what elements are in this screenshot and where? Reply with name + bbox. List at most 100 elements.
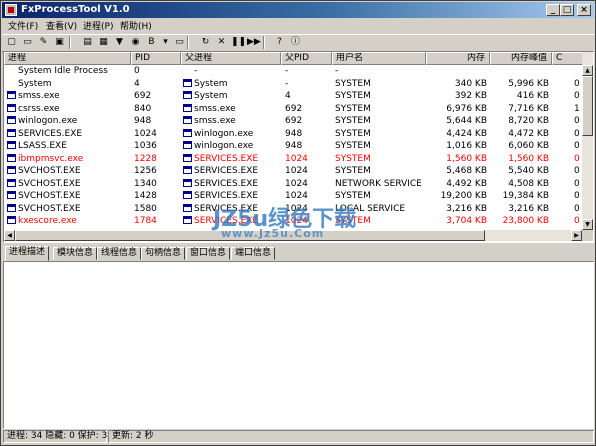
table-row[interactable]: LSASS.EXE 1036 winlogon.exe 948 SYSTEM 1,016 … (4, 140, 584, 153)
table-row[interactable]: SVCHOST.EXE 1340 SERVICES.EXE 1024 NETWORK S… (4, 178, 584, 191)
maximize-button[interactable]: □ (560, 4, 574, 16)
cell-process: System (7, 78, 129, 90)
cell-peak: 6,060 KB (508, 141, 549, 151)
col-memory[interactable]: 内存 (426, 52, 490, 65)
col-memory-peak[interactable]: 内存峰值 (490, 52, 552, 65)
cell-pid: 4 (134, 78, 140, 89)
toolbar-separator (263, 36, 265, 49)
close-button[interactable]: × (577, 4, 591, 16)
table-row[interactable]: SVCHOST.EXE 1256 SERVICES.EXE 1024 SYSTEM 5,4… (4, 165, 584, 178)
cell-process: kxescore.exe (7, 215, 129, 227)
menu-file[interactable]: 文件(F) (8, 19, 38, 32)
process-window-icon (183, 91, 192, 99)
tab-thread-info[interactable]: 线程信息 (97, 247, 142, 260)
table-row[interactable]: smss.exe 692 System 4 SYSTEM 392 KB 416 KB 0 (4, 90, 584, 103)
scroll-right-button[interactable]: ▶ (571, 230, 582, 241)
cell-mem: 1,016 KB (446, 141, 487, 151)
scroll-up-button[interactable]: ▲ (582, 65, 593, 76)
save-icon[interactable]: ▣ (53, 36, 66, 49)
vertical-scrollbar[interactable]: ▲ ▼ (582, 52, 593, 230)
cell-process: csrss.exe (7, 103, 129, 115)
tab-port-info[interactable]: 端口信息 (231, 247, 276, 260)
tab-process-description[interactable]: 进程描述 (5, 246, 50, 261)
process-name: ibmpmsvc.exe (18, 153, 84, 164)
process-window-icon (183, 141, 192, 149)
cell-mem: 5,644 KB (446, 116, 487, 126)
cell-user: SYSTEM (335, 166, 371, 176)
cell-pid: 948 (134, 116, 152, 126)
toolbar-separator (187, 36, 189, 49)
bold-icon[interactable]: B (145, 36, 158, 49)
tab-handle-info[interactable]: 句柄信息 (141, 247, 186, 260)
cell-process: SERVICES.EXE (7, 128, 129, 140)
refresh-icon[interactable]: ↻ (199, 36, 212, 49)
cell-peak: 3,216 KB (508, 203, 549, 214)
col-parent[interactable]: 父进程 (181, 52, 281, 65)
status-counts: 进程: 34 隐藏: 0 保护: 3 (3, 430, 107, 443)
open-folder-icon[interactable]: ▭ (21, 36, 34, 49)
cell-pid: 692 (134, 91, 152, 101)
properties-icon[interactable]: ▤ (81, 36, 94, 49)
scroll-down-button[interactable]: ▼ (582, 219, 593, 230)
cell-peak: 416 KB (516, 91, 549, 101)
scroll-corner (582, 230, 593, 241)
vertical-scroll-thumb[interactable] (582, 76, 593, 136)
table-row[interactable]: System Idle Process 0 - - - (4, 65, 584, 78)
parent-name: smss.exe (194, 103, 236, 114)
view-down-icon[interactable]: ▼ (113, 36, 126, 49)
process-window-icon (183, 216, 192, 224)
col-user[interactable]: 用户名 (332, 52, 426, 65)
cell-parent: winlogon.exe (183, 140, 280, 152)
about-icon[interactable]: ⓘ (289, 36, 302, 49)
menu-process[interactable]: 进程(P) (83, 19, 113, 32)
table-row[interactable]: csrss.exe 840 smss.exe 692 SYSTEM 6,976 KB 7,7… (4, 103, 584, 116)
edit-icon[interactable]: ✎ (37, 36, 50, 49)
resume-icon[interactable]: ▶▶ (247, 36, 261, 49)
table-row[interactable]: SERVICES.EXE 1024 winlogon.exe 948 SYSTEM 4,4… (4, 128, 584, 141)
minimize-button[interactable]: _ (546, 4, 560, 16)
tab-window-info[interactable]: 窗口信息 (186, 247, 231, 260)
cell-user: SYSTEM (335, 91, 371, 101)
parent-name: SERVICES.EXE (194, 166, 259, 176)
menu-view[interactable]: 查看(V) (46, 19, 77, 32)
menu-help[interactable]: 帮助(H) (120, 19, 152, 32)
cell-pid: 1580 (134, 203, 157, 214)
parent-name: SERVICES.EXE (194, 178, 259, 189)
folder-icon[interactable]: ▭ (173, 36, 186, 49)
cell-peak: 1,560 KB (508, 153, 549, 164)
process-window-icon (183, 203, 192, 212)
col-process[interactable]: 进程 (4, 52, 131, 65)
table-row[interactable]: winlogon.exe 948 smss.exe 692 SYSTEM 5,644 KB… (4, 115, 584, 128)
cell-ppid: 1024 (285, 178, 308, 189)
window-icon[interactable]: ▦ (97, 36, 110, 49)
col-pid[interactable]: PID (131, 52, 181, 65)
process-name: winlogon.exe (18, 116, 78, 126)
cell-parent: SERVICES.EXE (183, 178, 280, 190)
process-window-icon (183, 128, 192, 137)
tab-module-info[interactable]: 模块信息 (53, 247, 98, 260)
watermark-url: www.Jz5u.Com (221, 227, 325, 240)
new-icon[interactable]: ▢ (5, 36, 18, 49)
target-icon[interactable]: ◉ (129, 36, 142, 49)
kill-icon[interactable]: ✕ (215, 36, 228, 49)
process-name: SVCHOST.EXE (18, 166, 81, 176)
pause-icon[interactable]: ❚❚ (231, 36, 246, 49)
scroll-left-button[interactable]: ◀ (4, 230, 15, 241)
table-row[interactable]: System 4 System - SYSTEM 340 KB 5,996 KB 0 (4, 78, 584, 91)
cell-parent: System (183, 90, 280, 102)
cell-ppid: 692 (285, 103, 303, 114)
cell-process: System Idle Process (7, 65, 129, 77)
status-update-interval: 更新: 2 秒 (108, 430, 594, 443)
help-icon[interactable]: ? (273, 36, 286, 49)
status-bar: 进程: 34 隐藏: 0 保护: 3 更新: 2 秒 (2, 430, 594, 443)
title-bar[interactable]: FxProcessTool V1.0 _ □ × (2, 2, 594, 18)
process-window-icon (7, 91, 16, 99)
process-name: SVCHOST.EXE (18, 203, 81, 214)
process-window-icon (7, 203, 16, 212)
cell-mem: 340 KB (454, 78, 487, 89)
cell-peak: 4,472 KB (508, 128, 549, 139)
cell-ppid: - (285, 78, 289, 89)
table-row[interactable]: ibmpmsvc.exe 1228 SERVICES.EXE 1024 SYSTEM 1,… (4, 153, 584, 166)
dropdown-icon[interactable]: ▾ (159, 36, 172, 49)
col-parent-pid[interactable]: 父PID (281, 52, 332, 65)
